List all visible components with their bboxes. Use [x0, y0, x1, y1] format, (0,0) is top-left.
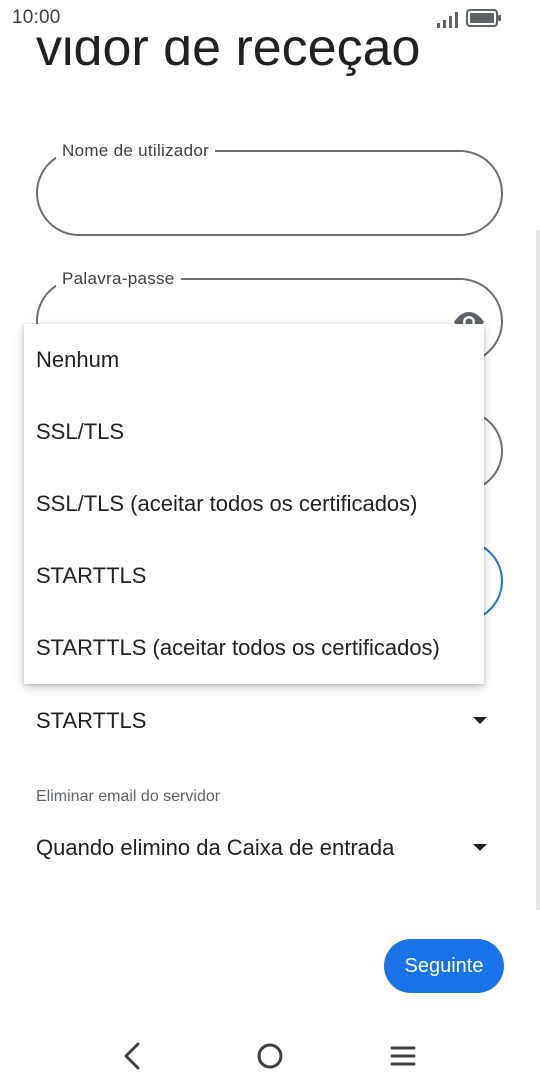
status-bar: 10:00 [0, 0, 540, 36]
menu-item-ssl-tls-all-certs[interactable]: SSL/TLS (aceitar todos os certificados) [24, 468, 484, 540]
security-dropdown-menu: Nenhum SSL/TLS SSL/TLS (aceitar todos os… [24, 324, 484, 684]
screen: 10:00 vidor de receção Nome de utilizado… [0, 0, 540, 1092]
menu-item-starttls-all-certs[interactable]: STARTTLS (aceitar todos os certificados) [24, 612, 484, 684]
delete-email-value: Quando elimino da Caixa de entrada [36, 835, 395, 860]
password-label: Palavra-passe [56, 269, 181, 289]
signal-icon [437, 12, 458, 28]
navigation-bar [0, 1020, 540, 1092]
scrollbar[interactable] [536, 230, 540, 910]
username-label: Nome de utilizador [56, 141, 216, 161]
status-time: 10:00 [12, 7, 61, 28]
menu-icon[interactable] [390, 1044, 416, 1068]
dropdown-arrow-icon [473, 844, 487, 851]
security-type-value: STARTTLS [36, 708, 147, 733]
battery-icon [466, 9, 501, 27]
menu-item-ssl-tls[interactable]: SSL/TLS [24, 396, 484, 468]
username-field[interactable]: Nome de utilizador [36, 141, 503, 236]
menu-item-starttls[interactable]: STARTTLS [24, 540, 484, 612]
security-type-select[interactable]: STARTTLS [36, 702, 503, 742]
delete-email-select[interactable]: Quando elimino da Caixa de entrada [36, 829, 503, 869]
menu-item-nenhum[interactable]: Nenhum [24, 324, 484, 396]
home-icon[interactable] [256, 1042, 284, 1070]
dropdown-arrow-icon [473, 717, 487, 724]
delete-email-caption: Eliminar email do servidor [36, 788, 221, 805]
next-button[interactable]: Seguinte [384, 939, 504, 993]
back-icon[interactable] [120, 1040, 144, 1072]
